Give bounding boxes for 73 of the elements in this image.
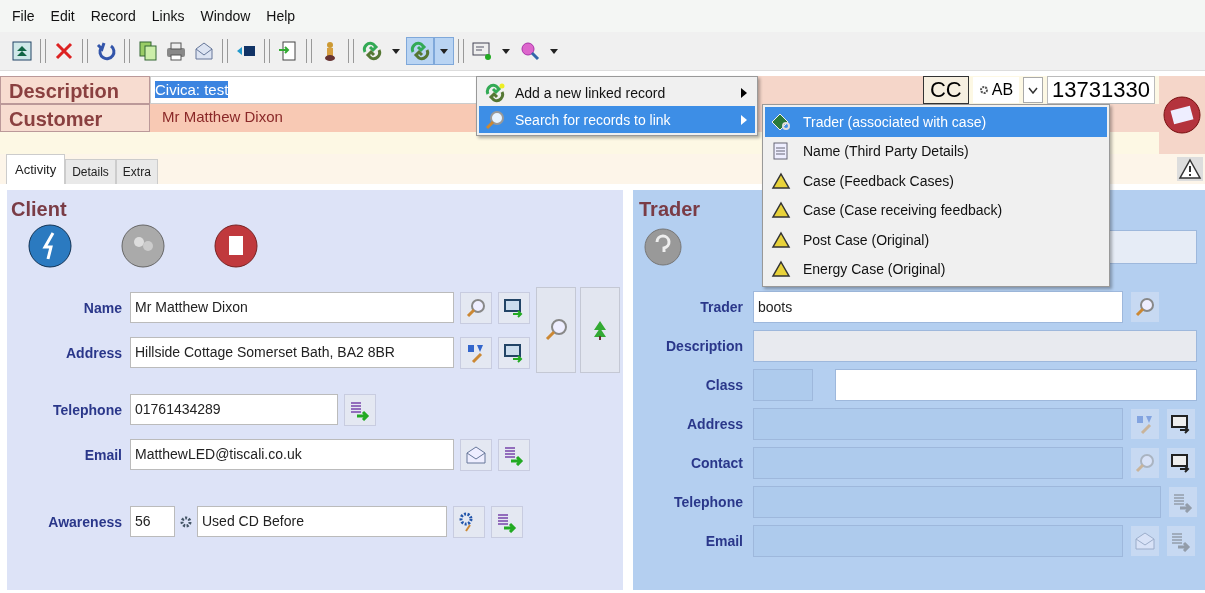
envelope-icon[interactable]	[1162, 95, 1202, 135]
search-icon[interactable]	[536, 287, 576, 373]
triangle-icon	[771, 230, 791, 249]
search-icon[interactable]	[1131, 291, 1159, 322]
code-box: CC	[923, 76, 969, 104]
submenu-arrow-icon	[741, 87, 747, 98]
mode-box[interactable]: AB	[972, 77, 1020, 103]
menu-item[interactable]: Record	[82, 8, 144, 24]
search-icon	[485, 109, 505, 130]
trader-field[interactable]: boots	[753, 290, 1123, 323]
gear-icon	[978, 85, 989, 95]
tab[interactable]: Extra	[115, 159, 158, 184]
gear-icon	[179, 514, 193, 529]
reference-field[interactable]: 13731330	[1047, 76, 1155, 104]
export-icon[interactable]	[344, 393, 376, 426]
gear-search-icon[interactable]	[453, 505, 485, 538]
dropdown-caret-icon[interactable]	[434, 37, 454, 65]
client-title: Client	[11, 198, 67, 221]
triangle-icon	[771, 201, 791, 220]
menu-item[interactable]: Window	[192, 8, 259, 24]
menu-item[interactable]: Help	[258, 8, 304, 24]
tree-icon[interactable]	[580, 287, 620, 373]
address-label: Address	[685, 415, 744, 432]
export-icon[interactable]	[491, 505, 523, 538]
telephone-field[interactable]: 01761434289	[130, 394, 338, 425]
mode-label: AB	[991, 80, 1014, 100]
address-label: Address	[64, 344, 123, 361]
tab[interactable]: Details	[65, 159, 116, 184]
triangle-icon	[771, 260, 791, 279]
awareness-label: Awareness	[47, 513, 123, 530]
caret-icon	[1028, 86, 1039, 94]
menu-item[interactable]: Add a new linked record	[479, 79, 755, 106]
qa-icon[interactable]	[460, 336, 492, 369]
email-field[interactable]: MatthewLED@tiscali.co.uk	[130, 439, 454, 470]
description-label: Description	[665, 337, 744, 354]
name-field[interactable]: Mr Matthew Dixon	[130, 292, 454, 323]
contact-label: Contact	[689, 454, 744, 471]
menu-item[interactable]: Energy Case (Original)	[765, 254, 1107, 284]
question-icon[interactable]	[643, 227, 683, 267]
class-field[interactable]	[835, 368, 1197, 401]
telephone-label: Telephone	[673, 493, 744, 510]
people-icon[interactable]	[120, 223, 166, 269]
email-label: Email	[83, 446, 123, 463]
diamond-icon	[771, 112, 791, 131]
export-icon[interactable]	[1167, 525, 1195, 556]
description-label: Description	[0, 76, 150, 104]
telephone-label: Telephone	[52, 401, 123, 418]
menu-item[interactable]: Name (Third Party Details)	[765, 136, 1107, 166]
dropdown-button[interactable]	[1023, 77, 1044, 103]
menu-item[interactable]: File	[4, 8, 43, 24]
awareness-field[interactable]: Used CD Before	[197, 506, 447, 537]
address-field[interactable]: Hillside Cottage Somerset Bath, BA2 8BR	[130, 337, 454, 368]
menu-item[interactable]: Links	[143, 8, 193, 24]
submenu-arrow-icon	[741, 114, 747, 125]
class-label: Class	[704, 376, 744, 393]
warning-icon[interactable]	[1177, 157, 1203, 181]
menu-item[interactable]: Post Case (Original)	[765, 225, 1107, 255]
email-label: Email	[704, 532, 744, 549]
customer-label: Customer	[0, 104, 150, 132]
triangle-icon	[771, 171, 791, 190]
menu-item[interactable]: Edit	[42, 8, 83, 24]
name-label: Name	[82, 299, 123, 316]
search-icon[interactable]	[460, 291, 492, 324]
menu-item[interactable]: Case (Feedback Cases)	[765, 166, 1107, 196]
export-icon[interactable]	[498, 438, 530, 471]
trader-title: Trader	[639, 198, 701, 221]
trader-label: Trader	[699, 298, 744, 315]
chain-link-icon	[485, 82, 505, 103]
document-icon[interactable]	[213, 223, 259, 269]
menu-item[interactable]: Case (Case receiving feedback)	[765, 195, 1107, 225]
awareness-code-field[interactable]: 56	[130, 506, 175, 537]
tab[interactable]: Activity	[6, 154, 66, 184]
document-icon	[771, 142, 791, 161]
